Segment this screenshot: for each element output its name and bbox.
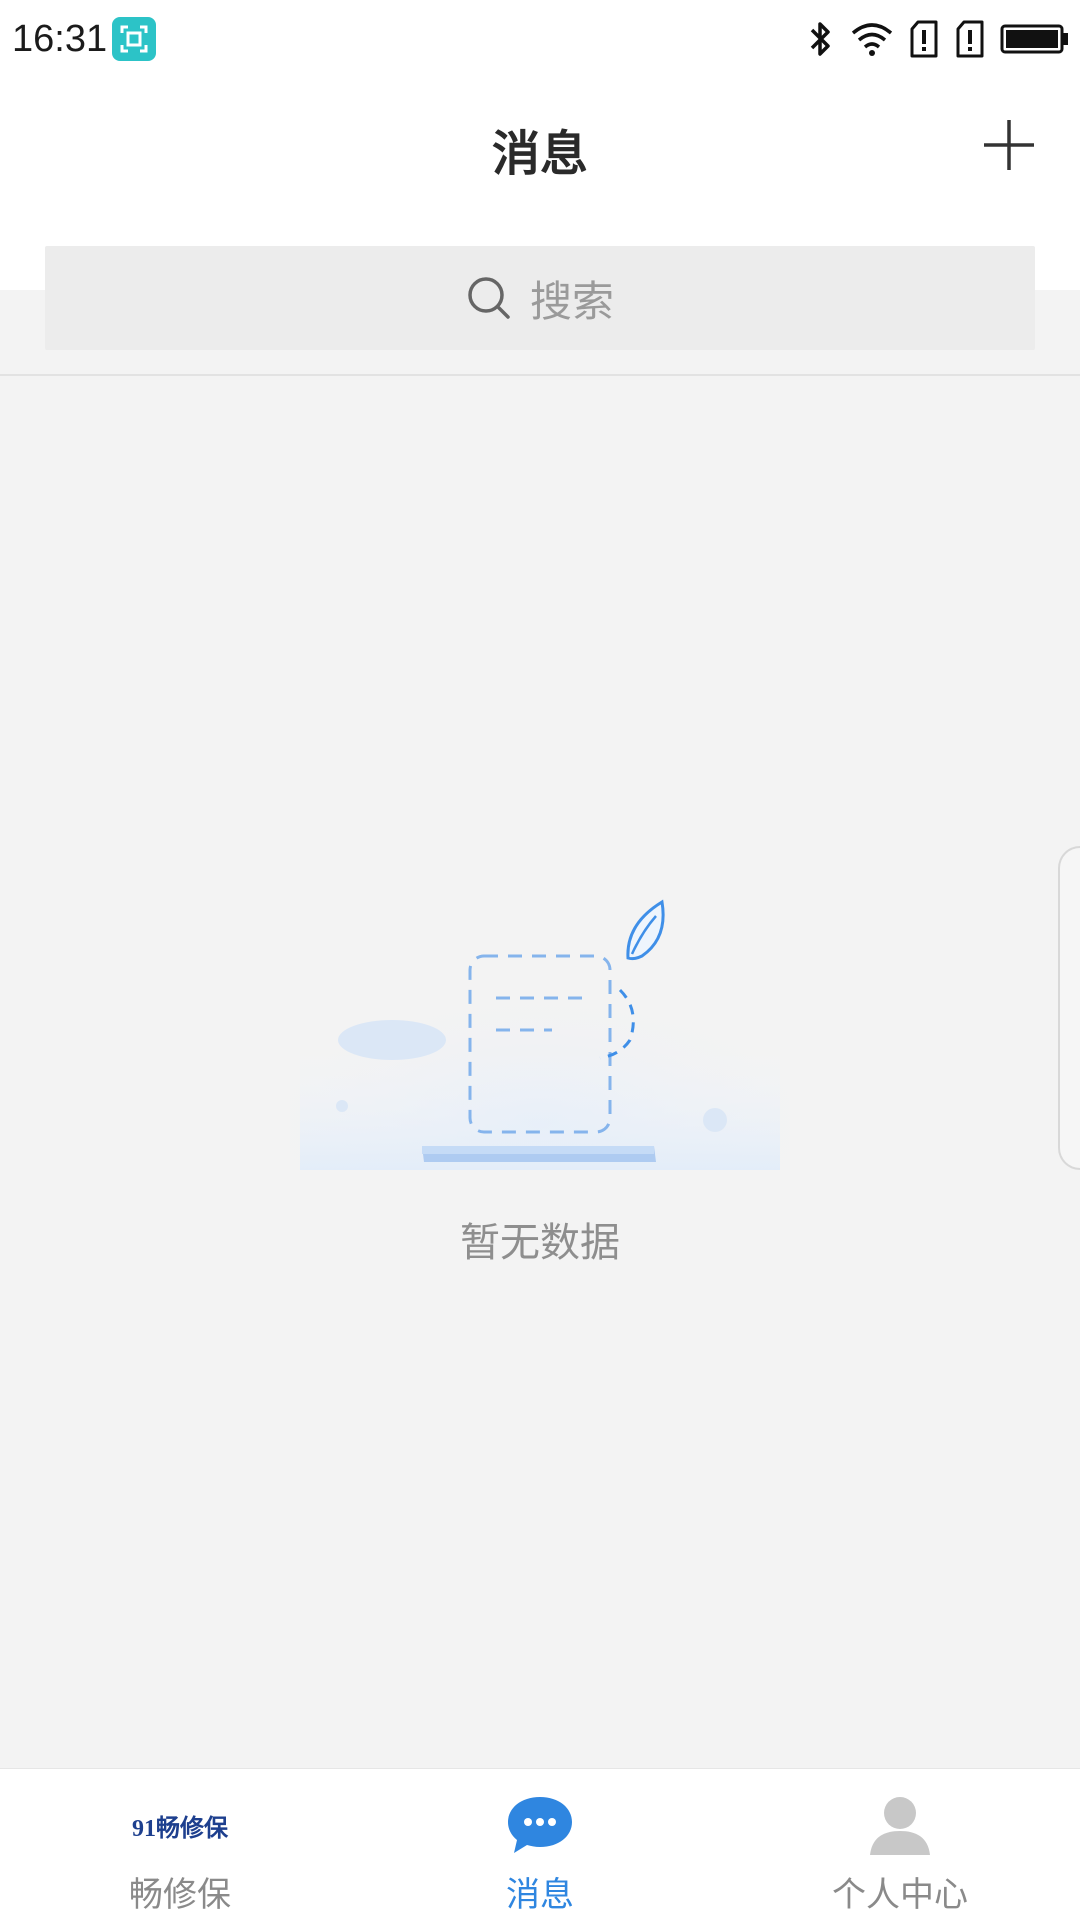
person-icon [870, 1797, 930, 1855]
wifi-icon [851, 23, 893, 56]
chat-bubble-icon [508, 1797, 572, 1853]
nav-label-messages: 消息 [506, 1875, 574, 1915]
search-placeholder: 搜索 [529, 276, 614, 326]
status-time: 16:31 [12, 18, 108, 60]
app-logo-text: 91畅修保 [132, 1815, 228, 1842]
messages-screen: 16:31 消息 搜索 暂无数据 91畅修保 畅修保 消息 个人中心 [0, 0, 1080, 1920]
plus-icon [984, 120, 1034, 170]
nav-label-profile: 个人中心 [832, 1875, 968, 1915]
nav-item-home[interactable]: 91畅修保 畅修保 [0, 1769, 360, 1920]
side-drawer-handle[interactable] [1058, 846, 1080, 1170]
sim-1-icon [910, 20, 938, 58]
status-icons [806, 16, 1070, 62]
bottom-nav: 91畅修保 畅修保 消息 个人中心 [0, 1768, 1080, 1920]
chat-bubble-icon-wrap [500, 1793, 580, 1857]
page-title: 消息 [491, 126, 588, 182]
add-button[interactable] [980, 116, 1038, 174]
app-logo: 91畅修保 [132, 1793, 228, 1857]
search-input[interactable]: 搜索 [45, 246, 1035, 350]
person-icon-wrap [860, 1793, 940, 1857]
empty-document-cup-illustration [290, 899, 790, 1170]
nav-label-home: 畅修保 [129, 1875, 231, 1915]
search-icon [468, 277, 510, 319]
nav-item-profile[interactable]: 个人中心 [720, 1769, 1080, 1920]
bluetooth-icon [810, 22, 830, 56]
battery-icon [1000, 24, 1068, 54]
header: 消息 搜索 [0, 78, 1080, 350]
nav-item-messages[interactable]: 消息 [360, 1769, 720, 1920]
sim-2-icon [956, 20, 984, 58]
empty-state-message: 暂无数据 [460, 1220, 620, 1266]
status-bar: 16:31 [0, 0, 1080, 78]
screenshot-app-icon [112, 17, 156, 61]
